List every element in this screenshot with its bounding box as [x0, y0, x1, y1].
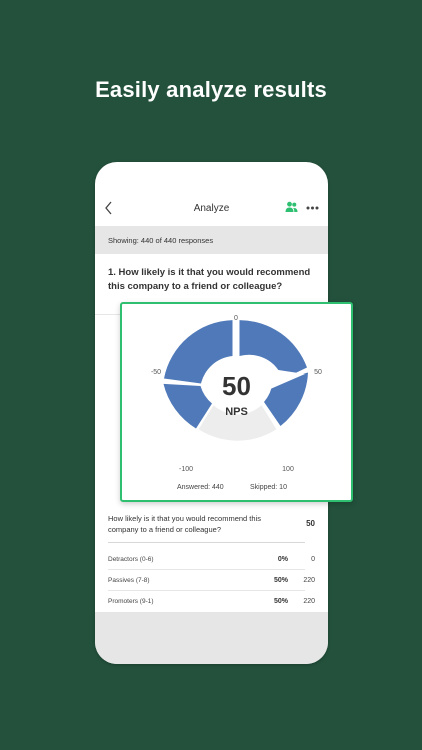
- tick-top: 0: [234, 315, 238, 322]
- row-label: Passives (7-8): [108, 577, 150, 584]
- tick-bottom-left: -100: [179, 466, 193, 473]
- row-divider: [108, 590, 305, 591]
- table-row: Detractors (0-6) 0% 0: [108, 550, 315, 570]
- row-percent: 50%: [273, 598, 288, 605]
- row-label: Detractors (0-6): [108, 556, 154, 563]
- row-count: 220: [303, 598, 315, 605]
- showing-count: Showing: 440 of 440 responses: [108, 236, 214, 245]
- skipped-count: Skipped: 10: [250, 484, 287, 491]
- row-divider: [108, 569, 305, 570]
- phone-bottom-area: [95, 612, 328, 664]
- summary-question: How likely is it that you would recommen…: [108, 514, 261, 534]
- row-percent: 50%: [273, 577, 288, 584]
- more-options-icon[interactable]: [306, 206, 319, 210]
- question-title: 1. How likely is it that you would recom…: [108, 267, 311, 292]
- row-count: 220: [303, 577, 315, 584]
- nps-gauge: 0 -50 50 -100 100: [151, 315, 322, 473]
- nps-card: 0 -50 50 -100 100 50 NPS Answered: 440 S…: [120, 302, 353, 502]
- row-percent: 0%: [277, 556, 288, 563]
- nps-score: 50: [222, 371, 251, 401]
- table-row: Passives (7-8) 50% 220: [108, 571, 315, 591]
- nps-label: NPS: [225, 406, 248, 418]
- row-label: Promoters (9-1): [108, 598, 154, 605]
- summary-divider: [108, 542, 305, 543]
- headline: Easily analyze results: [95, 77, 327, 102]
- navbar: Analyze: [95, 190, 328, 224]
- tick-bottom-right: 100: [282, 466, 294, 473]
- table-row: Promoters (9-1) 50% 220: [108, 592, 315, 612]
- showing-bar: Showing: 440 of 440 responses: [95, 226, 328, 254]
- people-icon[interactable]: [285, 201, 298, 213]
- summary-score: 50: [306, 519, 315, 528]
- answered-count: Answered: 440: [177, 484, 224, 491]
- row-count: 0: [311, 556, 315, 563]
